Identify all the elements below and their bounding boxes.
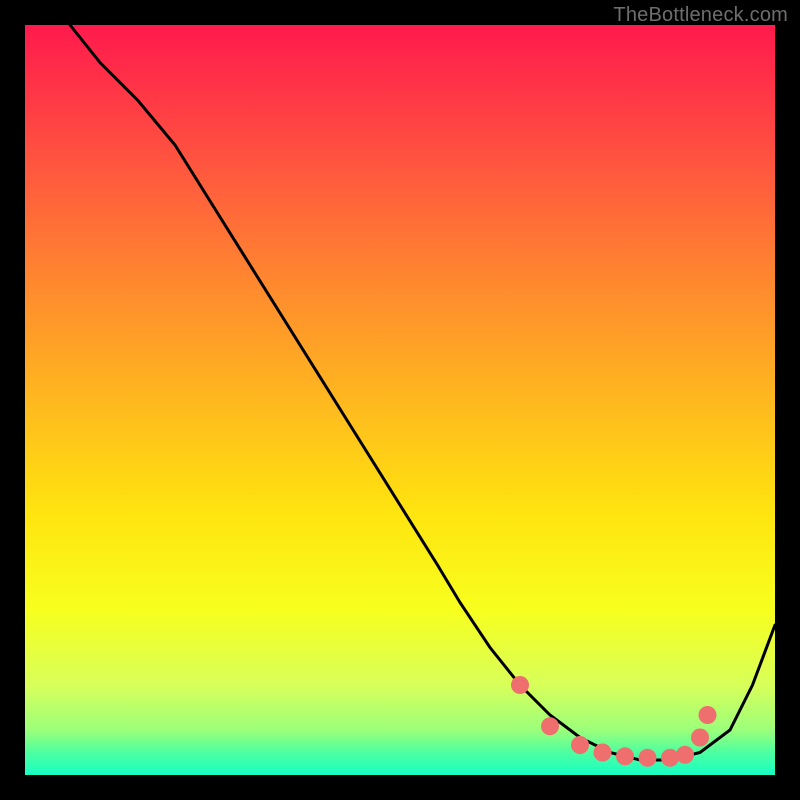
highlight-dot xyxy=(571,736,589,754)
bottleneck-curve-path xyxy=(70,25,775,760)
highlight-dot xyxy=(639,749,657,767)
chart-frame: TheBottleneck.com xyxy=(0,0,800,800)
highlight-dot xyxy=(616,747,634,765)
highlight-dot xyxy=(699,706,717,724)
highlight-dot xyxy=(541,717,559,735)
highlight-dot xyxy=(676,746,694,764)
highlight-dot xyxy=(511,676,529,694)
highlight-dot xyxy=(691,729,709,747)
bottleneck-curve-svg xyxy=(25,25,775,775)
watermark-label: TheBottleneck.com xyxy=(613,4,788,27)
highlight-dot xyxy=(661,749,679,767)
plot-area xyxy=(25,25,775,775)
highlight-dot xyxy=(594,744,612,762)
